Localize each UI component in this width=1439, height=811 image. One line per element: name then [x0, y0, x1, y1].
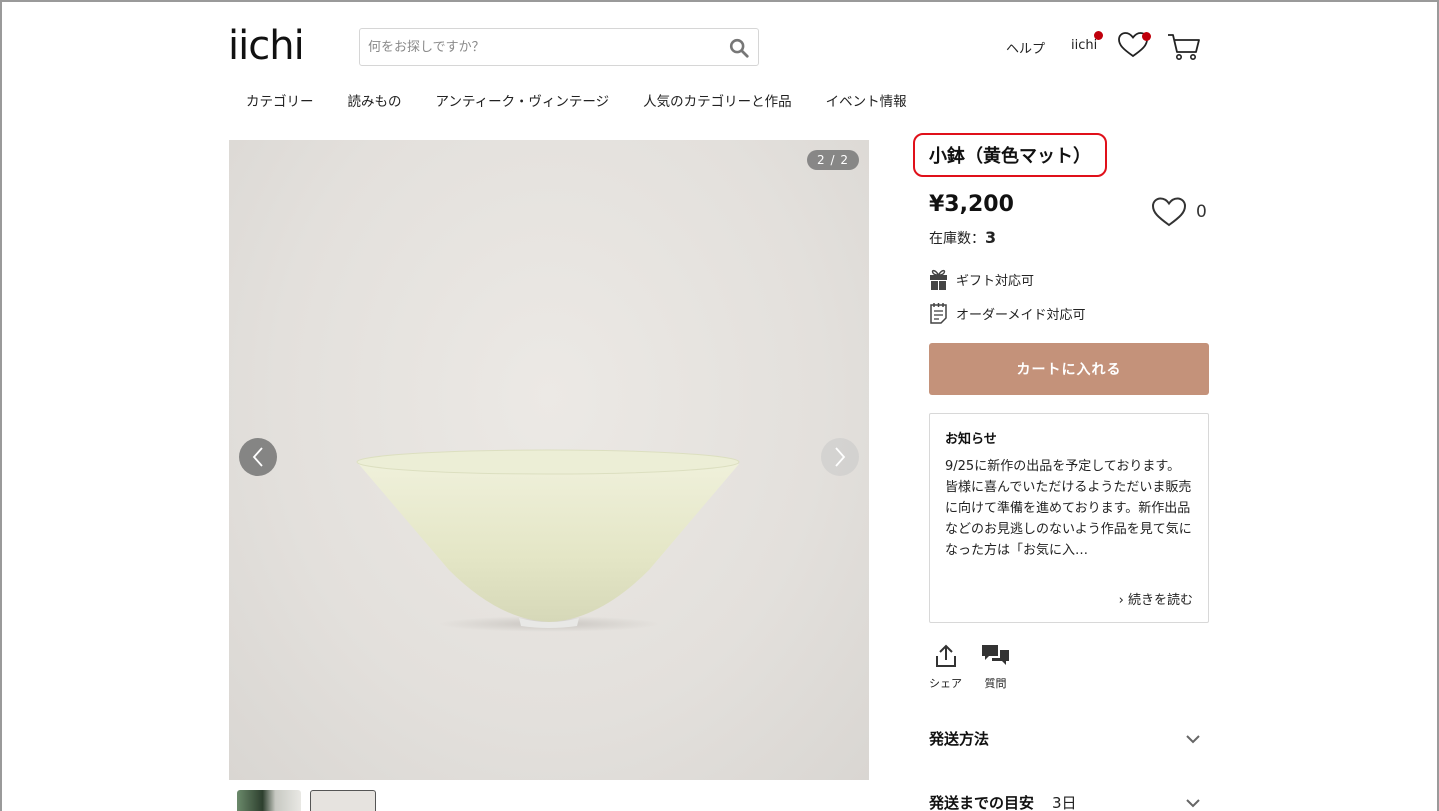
site-logo[interactable]: iichi [228, 24, 305, 68]
search-box[interactable] [359, 28, 759, 66]
accordion-shipping-method[interactable]: 発送方法 [929, 728, 1201, 749]
bowl-image [356, 449, 740, 632]
stock-label: 在庫数： [929, 231, 985, 247]
shipping-eta-value: 3日 [1052, 794, 1077, 811]
shop-notice: お知らせ 9/25に新作の出品を予定しております。皆様に喜んでいただけるようただ… [929, 413, 1209, 623]
feature-custom-label: オーダーメイド対応可 [956, 307, 1086, 323]
notice-heading: お知らせ [945, 432, 997, 447]
favorites-dot [1142, 32, 1151, 41]
thumbnail-1[interactable] [237, 790, 301, 811]
product-photo: 2 / 2 [229, 140, 869, 780]
stock-value: 3 [985, 228, 997, 247]
notification-dot [1094, 31, 1103, 40]
share-button[interactable]: シェア [929, 643, 962, 691]
favorite-heart-icon[interactable] [1150, 195, 1188, 229]
image-counter: 2 / 2 [807, 150, 859, 170]
search-input[interactable] [368, 29, 718, 65]
chevron-left-icon [252, 447, 263, 467]
read-more-link[interactable]: › 続きを読む [1119, 589, 1193, 608]
shipping-eta: 発送までの目安 3日 [929, 792, 1077, 811]
shipping-eta-label: 発送までの目安 [929, 794, 1035, 811]
cart-icon[interactable] [1166, 30, 1202, 62]
memo-icon [930, 303, 947, 324]
nav-item-events[interactable]: イベント情報 [826, 90, 907, 110]
product-title: 小鉢（黄色マット） [913, 133, 1107, 177]
accordion-shipping-eta[interactable]: 発送までの目安 3日 [929, 792, 1201, 811]
next-image-button[interactable] [821, 438, 859, 476]
feature-custom: オーダーメイド対応可 [929, 301, 1085, 325]
chat-bubbles-icon [982, 645, 1009, 665]
chevron-right-icon [835, 447, 846, 467]
help-link[interactable]: ヘルプ [1006, 38, 1045, 57]
read-more-label: 続きを読む [1127, 593, 1193, 608]
thumbnail-2[interactable] [310, 790, 376, 811]
nav-item-reading[interactable]: 読みもの [348, 90, 402, 110]
nav-item-category[interactable]: カテゴリー [246, 90, 314, 110]
share-label: シェア [929, 677, 962, 690]
shipping-method-label: 発送方法 [929, 730, 990, 748]
nav-item-antique[interactable]: アンティーク・ヴィンテージ [436, 90, 610, 110]
prev-image-button[interactable] [239, 438, 277, 476]
global-nav: カテゴリー 読みもの アンティーク・ヴィンテージ 人気のカテゴリーと作品 イベン… [246, 90, 941, 110]
chevron-down-icon [1186, 734, 1200, 743]
feature-gift-label: ギフト対応可 [956, 273, 1035, 289]
add-to-cart-button[interactable]: カートに入れる [929, 343, 1209, 395]
share-icon [935, 644, 956, 667]
notice-body: 9/25に新作の出品を予定しております。皆様に喜んでいただけるようただいま販売に… [945, 459, 1192, 558]
account-link[interactable]: iichi [1071, 38, 1097, 53]
stock-info: 在庫数：3 [929, 228, 996, 248]
favorite-count: 0 [1196, 202, 1207, 222]
question-label: 質問 [984, 677, 1007, 690]
product-price: ¥3,200 [929, 192, 1014, 217]
gift-icon [930, 269, 947, 290]
nav-item-popular[interactable]: 人気のカテゴリーと作品 [643, 90, 792, 110]
search-icon[interactable] [728, 37, 750, 59]
question-button[interactable]: 質問 [980, 643, 1011, 691]
chevron-down-icon [1186, 798, 1200, 807]
feature-gift: ギフト対応可 [929, 267, 1034, 291]
